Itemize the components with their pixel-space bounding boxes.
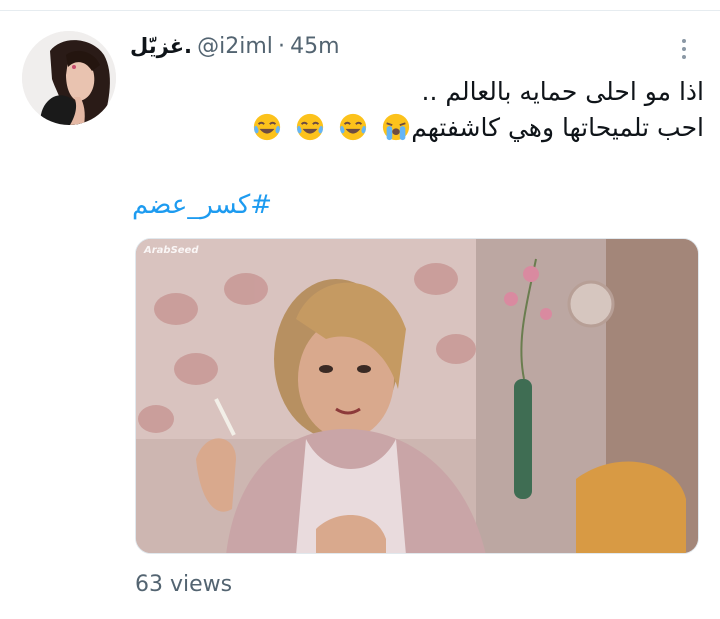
media-scene — [136, 239, 698, 553]
user-handle[interactable]: @i2iml — [197, 34, 273, 59]
avatar-photo — [22, 31, 116, 125]
avatar[interactable] — [22, 31, 116, 125]
separator-dot: · — [277, 34, 285, 59]
tweet-line-2-text: احب تلميحاتها وهي كاشفتهم — [411, 113, 704, 142]
tweet-text: اذا مو احلى حمايه بالعالم .. احب تلميحات… — [144, 74, 704, 146]
emoji-group — [247, 110, 411, 146]
display-name[interactable]: غزيّل. — [130, 34, 192, 58]
media-watermark: ArabSeed — [144, 245, 199, 256]
timestamp[interactable]: 45m — [290, 34, 339, 59]
tweet-header: غزيّل. @i2iml · 45m — [130, 34, 650, 64]
more-options-icon[interactable] — [672, 34, 696, 64]
tears-of-joy-emoji-icon — [254, 113, 281, 141]
view-count: 63 views — [135, 572, 233, 597]
tears-of-joy-emoji-icon — [297, 113, 324, 141]
hashtag-link[interactable]: #كسر_عضم — [132, 190, 272, 220]
tears-of-joy-emoji-icon — [340, 113, 367, 141]
loudly-crying-emoji-icon — [383, 113, 410, 141]
top-divider — [0, 10, 720, 11]
tweet-line-1: اذا مو احلى حمايه بالعالم .. — [421, 77, 704, 106]
tweet-line-2: احب تلميحاتها وهي كاشفتهم — [144, 110, 704, 146]
media-image[interactable]: ArabSeed — [135, 238, 699, 554]
